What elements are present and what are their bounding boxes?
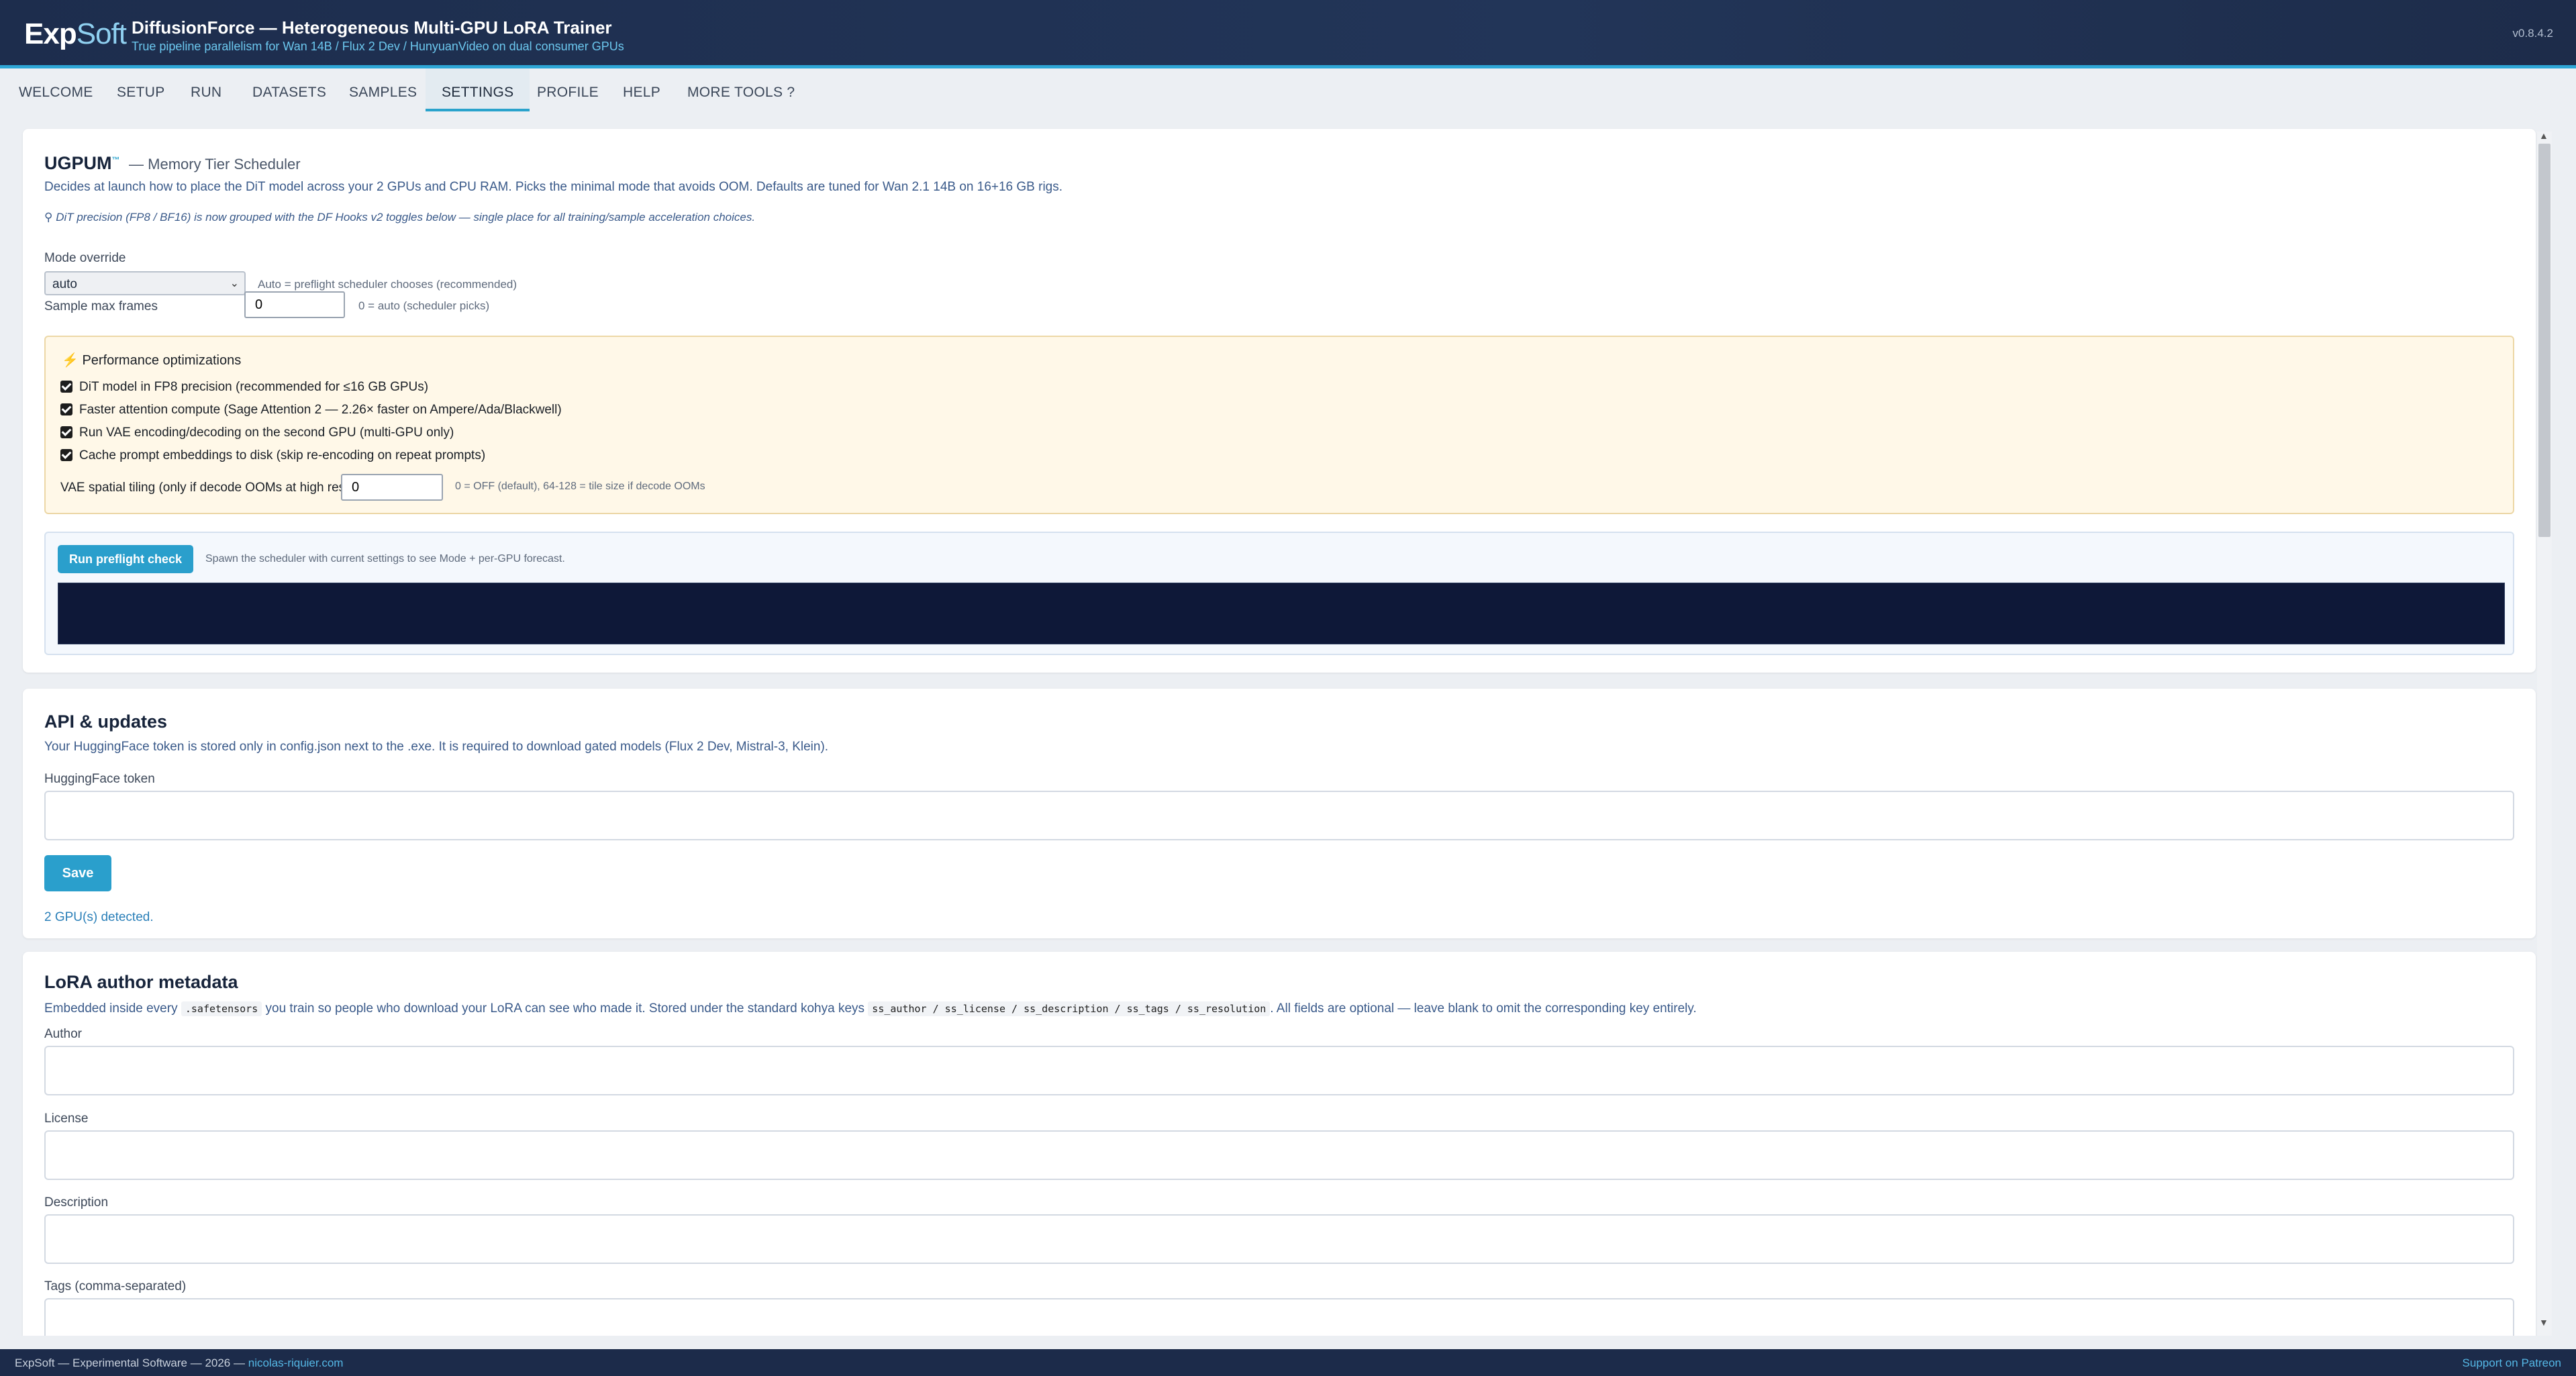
run-preflight-button[interactable]: Run preflight check xyxy=(58,545,193,573)
performance-box: ⚡ Performance optimizations DiT model in… xyxy=(44,336,2514,514)
vae-tiling-input[interactable]: 0 xyxy=(341,474,443,501)
scrollbar-thumb[interactable] xyxy=(2538,144,2550,537)
footer-copyright: ExpSoft — Experimental Software — 2026 —… xyxy=(15,1357,344,1369)
sample-max-frames-label: Sample max frames xyxy=(44,299,158,313)
frames-hint: 0 = auto (scheduler picks) xyxy=(358,299,490,312)
app-header: ExpSoft DiffusionForce — Heterogeneous M… xyxy=(0,0,2576,68)
api-title: API & updates xyxy=(44,711,168,732)
description-input[interactable] xyxy=(44,1214,2514,1264)
sage-attention-option[interactable]: Faster attention compute (Sage Attention… xyxy=(60,403,562,417)
main-tabs: WELCOME SETUP RUN DATASETS SAMPLES SETTI… xyxy=(0,68,2576,113)
save-button[interactable]: Save xyxy=(44,855,111,891)
settings-panel: UGPUM™ — Memory Tier Scheduler Decides a… xyxy=(0,113,2576,1336)
author-label: Author xyxy=(44,1027,82,1041)
mode-override-label: Mode override xyxy=(44,251,126,265)
preflight-box: Run preflight check Spawn the scheduler … xyxy=(44,532,2514,655)
tab-profile[interactable]: PROFILE xyxy=(521,68,615,111)
scroll-up-icon[interactable]: ▲ xyxy=(2539,130,2548,141)
mode-override-select[interactable]: auto ⌄ xyxy=(44,271,246,295)
performance-title: ⚡ Performance optimizations xyxy=(62,353,242,368)
preflight-output-console xyxy=(58,583,2505,644)
tags-input[interactable] xyxy=(44,1298,2514,1336)
lora-metadata-description: Embedded inside every .safetensors you t… xyxy=(44,1001,1697,1016)
hf-token-label: HuggingFace token xyxy=(44,772,155,786)
fp8-option[interactable]: DiT model in FP8 precision (recommended … xyxy=(60,380,428,395)
tab-samples[interactable]: SAMPLES xyxy=(333,68,433,111)
lightning-icon: ⚡ xyxy=(62,353,79,368)
cache-embeddings-option[interactable]: Cache prompt embeddings to disk (skip re… xyxy=(60,448,485,463)
patreon-link[interactable]: Support on Patreon xyxy=(2463,1357,2561,1370)
chevron-down-icon: ⌄ xyxy=(230,278,239,289)
preflight-hint: Spawn the scheduler with current setting… xyxy=(205,553,565,564)
scroll-down-icon[interactable]: ▼ xyxy=(2539,1317,2548,1328)
api-card: API & updates Your HuggingFace token is … xyxy=(23,689,2536,938)
tab-welcome[interactable]: WELCOME xyxy=(3,68,109,111)
ugpum-description: Decides at launch how to place the DiT m… xyxy=(44,180,1063,194)
sample-max-frames-input[interactable]: 0 xyxy=(244,291,345,318)
version-label: v0.8.4.2 xyxy=(2512,27,2554,40)
tab-setup[interactable]: SETUP xyxy=(101,68,181,111)
pin-icon: ⚲ xyxy=(44,211,53,224)
license-input[interactable] xyxy=(44,1130,2514,1180)
sage-attention-checkbox[interactable] xyxy=(60,403,72,415)
vae-tiling-hint: 0 = OFF (default), 64-128 = tile size if… xyxy=(455,481,705,492)
ugpum-card: UGPUM™ — Memory Tier Scheduler Decides a… xyxy=(23,129,2536,673)
app-footer: ExpSoft — Experimental Software — 2026 —… xyxy=(0,1349,2576,1376)
tab-run[interactable]: RUN xyxy=(175,68,238,111)
vae-tiling-label: VAE spatial tiling (only if decode OOMs … xyxy=(60,481,353,495)
tags-label: Tags (comma-separated) xyxy=(44,1279,187,1293)
lora-metadata-title: LoRA author metadata xyxy=(44,972,238,992)
website-link[interactable]: nicolas-riquier.com xyxy=(248,1357,344,1369)
lora-metadata-card: LoRA author metadata Embedded inside eve… xyxy=(23,952,2536,1336)
description-label: Description xyxy=(44,1195,109,1210)
api-description: Your HuggingFace token is stored only in… xyxy=(44,740,829,754)
vae-second-gpu-checkbox[interactable] xyxy=(60,426,72,438)
license-label: License xyxy=(44,1112,89,1126)
tab-help[interactable]: HELP xyxy=(607,68,677,111)
hf-token-input[interactable] xyxy=(44,791,2514,840)
fp8-checkbox[interactable] xyxy=(60,381,72,393)
app-title: DiffusionForce — Heterogeneous Multi-GPU… xyxy=(132,17,612,38)
mode-hint: Auto = preflight scheduler chooses (reco… xyxy=(258,278,517,291)
tab-more-tools[interactable]: MORE TOOLS ? xyxy=(671,68,811,111)
author-input[interactable] xyxy=(44,1046,2514,1095)
tab-datasets[interactable]: DATASETS xyxy=(236,68,342,111)
vae-second-gpu-option[interactable]: Run VAE encoding/decoding on the second … xyxy=(60,426,454,440)
expsoft-logo: ExpSoft xyxy=(24,17,127,50)
tab-settings[interactable]: SETTINGS xyxy=(426,68,530,111)
gpu-status: 2 GPU(s) detected. xyxy=(44,910,154,924)
app-subtitle: True pipeline parallelism for Wan 14B / … xyxy=(132,40,624,53)
cache-embeddings-checkbox[interactable] xyxy=(60,449,72,461)
precision-note: ⚲ DiT precision (FP8 / BF16) is now grou… xyxy=(44,211,756,224)
ugpum-title: UGPUM™ — Memory Tier Scheduler xyxy=(44,153,301,173)
